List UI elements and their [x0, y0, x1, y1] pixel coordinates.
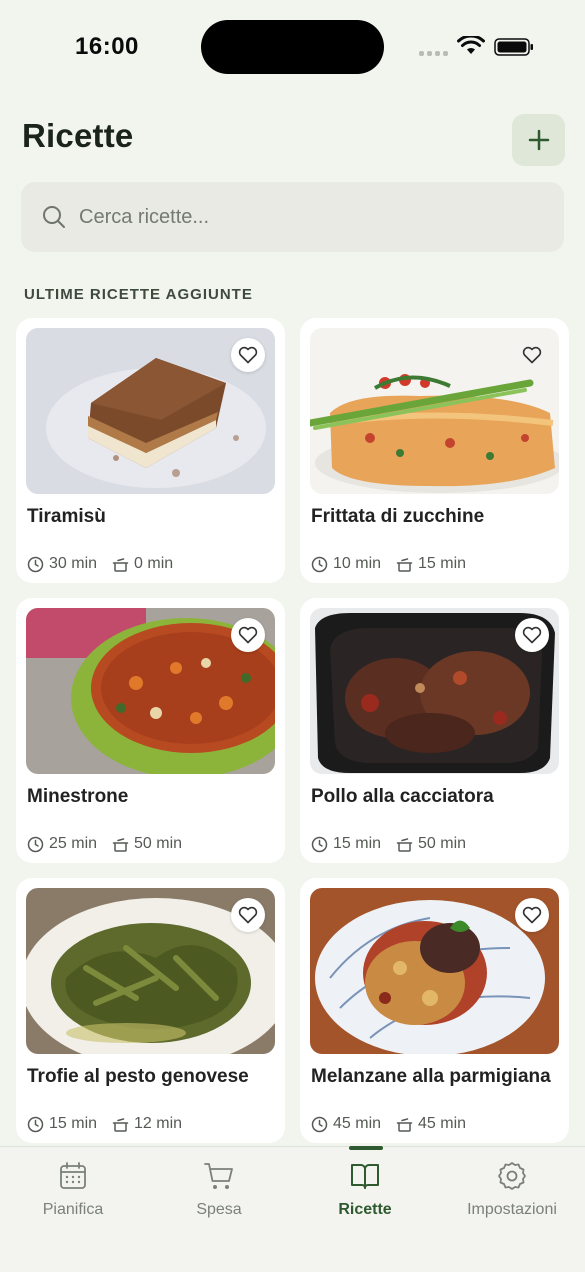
recipe-title: Trofie al pesto genovese [27, 1066, 249, 1087]
prep-time: 15 min [49, 1115, 98, 1132]
tab-label: Ricette [338, 1201, 392, 1218]
favorite-button[interactable] [515, 618, 549, 652]
recipe-title: Pollo alla cacciatora [311, 786, 494, 807]
recipe-card[interactable]: Minestrone 25 min 50 min [16, 598, 285, 863]
prep-time: 15 min [333, 835, 382, 852]
heart-icon [238, 626, 258, 644]
clock-icon [27, 556, 44, 572]
heart-icon [522, 346, 542, 364]
calendar-icon [58, 1159, 88, 1193]
prep-time: 25 min [49, 835, 98, 852]
recipe-meta: 15 min 50 min [311, 835, 481, 853]
search-icon [41, 204, 67, 230]
cook-time: 12 min [134, 1115, 183, 1132]
pot-icon [112, 837, 129, 852]
search-bar[interactable] [21, 182, 564, 252]
recipe-meta: 25 min 50 min [27, 835, 197, 853]
recipe-card[interactable]: Trofie al pesto genovese 15 min 12 min [16, 878, 285, 1143]
heart-icon [238, 906, 258, 924]
page-title: Ricette [22, 117, 134, 154]
clock-icon [27, 1116, 44, 1132]
favorite-button[interactable] [231, 898, 265, 932]
cook-time: 0 min [134, 555, 174, 572]
battery-icon [494, 38, 533, 56]
recipe-card[interactable]: Tiramisù 30 min 0 min [16, 318, 285, 583]
gear-icon [496, 1159, 528, 1193]
prep-time: 45 min [333, 1115, 382, 1132]
favorite-button[interactable] [515, 898, 549, 932]
wifi-icon [457, 36, 485, 54]
clock-icon [311, 1116, 328, 1132]
cook-time: 15 min [418, 555, 467, 572]
pot-icon [396, 837, 413, 852]
recipe-title: Melanzane alla parmigiana [311, 1066, 551, 1087]
tab-ricette[interactable]: Ricette [292, 1147, 438, 1237]
tab-label: Impostazioni [467, 1201, 557, 1218]
recipe-image [310, 888, 559, 1054]
recipe-image [310, 328, 559, 494]
clock-icon [27, 836, 44, 852]
favorite-button[interactable] [231, 338, 265, 372]
add-recipe-button[interactable] [512, 114, 565, 166]
recipe-card[interactable]: Frittata di zucchine 10 min 15 min [300, 318, 569, 583]
pot-icon [396, 1117, 413, 1132]
recipe-meta: 45 min 45 min [311, 1115, 481, 1133]
tab-pianifica[interactable]: Pianifica [0, 1147, 146, 1237]
favorite-button[interactable] [231, 618, 265, 652]
search-input[interactable] [79, 205, 519, 229]
tab-label: Pianifica [42, 1201, 104, 1218]
recipe-image [26, 608, 275, 774]
pot-icon [396, 557, 413, 572]
recipe-image [310, 608, 559, 774]
status-bar: 16:00 [0, 0, 585, 95]
cellular-signal-icon [419, 51, 448, 56]
plus-icon [528, 129, 549, 151]
book-icon [349, 1159, 381, 1193]
tab-impostazioni[interactable]: Impostazioni [439, 1147, 585, 1237]
tab-bar: Pianifica Spesa Ricette Impostazioni [0, 1146, 585, 1272]
cart-icon [203, 1159, 235, 1193]
heart-icon [522, 906, 542, 924]
pot-icon [112, 557, 129, 572]
tab-label: Spesa [196, 1201, 242, 1218]
cook-time: 50 min [418, 835, 467, 852]
cook-time: 45 min [418, 1115, 467, 1132]
heart-icon [522, 626, 542, 644]
tab-spesa[interactable]: Spesa [146, 1147, 292, 1237]
section-title: ULTIME RICETTE AGGIUNTE [24, 286, 253, 303]
recipe-title: Tiramisù [27, 506, 106, 527]
heart-icon [238, 346, 258, 364]
clock-icon [311, 836, 328, 852]
recipe-card[interactable]: Melanzane alla parmigiana 45 min 45 min [300, 878, 569, 1143]
prep-time: 10 min [333, 555, 382, 572]
status-time: 16:00 [75, 33, 139, 60]
recipe-meta: 10 min 15 min [311, 555, 481, 573]
recipe-meta: 15 min 12 min [27, 1115, 197, 1133]
cook-time: 50 min [134, 835, 183, 852]
prep-time: 30 min [49, 555, 98, 572]
clock-icon [311, 556, 328, 572]
favorite-button[interactable] [515, 338, 549, 372]
recipe-title: Minestrone [27, 786, 129, 807]
pot-icon [112, 1117, 129, 1132]
recipe-card[interactable]: Pollo alla cacciatora 15 min 50 min [300, 598, 569, 863]
recipe-meta: 30 min 0 min [27, 555, 188, 573]
recipe-image [26, 888, 275, 1054]
dynamic-island [201, 20, 384, 74]
recipe-title: Frittata di zucchine [311, 506, 485, 527]
recipe-image [26, 328, 275, 494]
